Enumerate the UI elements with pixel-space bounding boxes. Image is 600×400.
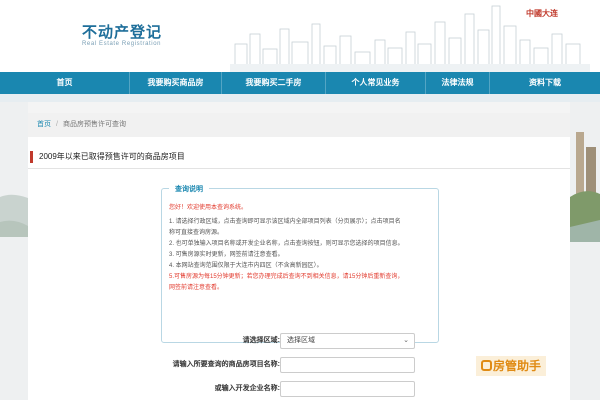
breadcrumb-separator: / <box>56 121 58 128</box>
page-title: 2009年以来已取得预售许可的商品房项目 <box>30 151 185 163</box>
nav-divider-strip <box>0 94 600 102</box>
breadcrumb-home-link[interactable]: 首页 <box>37 121 51 128</box>
developer-name-row: 或输入开发企业名称: <box>28 381 570 397</box>
chevron-down-icon: ⌄ <box>403 337 409 344</box>
site-header: 不动产登记 Real Estate Registration 中國大连 <box>0 0 600 72</box>
site-title[interactable]: 不动产登记 <box>82 21 162 42</box>
instruction-5b: 网签前请注意查看。 <box>169 285 224 291</box>
brand-logo: 中國大连 <box>526 8 558 18</box>
instruction-4: 4. 本网站查询范围仅限于大连市内四区（不含高新园区）。 <box>169 263 323 269</box>
breadcrumb: 首页 / 商品房预售许可查询 <box>28 113 570 137</box>
district-row: 请选择区域: 选择区域 ⌄ <box>28 333 570 349</box>
district-select[interactable]: 选择区域 ⌄ <box>280 333 415 349</box>
nav-item-personal-business[interactable]: 个人常见业务 <box>326 72 426 94</box>
developer-name-label: 或输入开发企业名称: <box>214 385 280 392</box>
site-subtitle: Real Estate Registration <box>82 41 162 47</box>
instruction-1b: 称可直接查询房源。 <box>169 230 224 236</box>
instruction-5a: 5.可售房源为每15分钟更新；若您办理完成后查询不到相关信息，请15分钟后重新查… <box>169 274 404 280</box>
developer-name-input[interactable] <box>280 381 415 397</box>
watermark-badge: 房管助手 <box>476 356 547 376</box>
district-label: 请选择区域: <box>242 337 280 344</box>
watermark-logo-icon <box>481 360 492 371</box>
coast-illustration-right <box>570 102 600 400</box>
query-instructions-heading: 查询说明 <box>169 183 209 196</box>
instruction-3: 3. 可售房源实时更新，网签前请注意查看。 <box>169 252 284 258</box>
nav-item-downloads[interactable]: 资料下载 <box>490 72 600 94</box>
district-select-value: 选择区域 <box>287 337 315 344</box>
query-instructions-text: 您好！欢迎使用本查询系统。 1. 请选择行政区域，点击查询即可显示该区域内全部项… <box>169 203 434 294</box>
watermark-text: 房管助手 <box>493 359 542 373</box>
nav-item-laws[interactable]: 法律法规 <box>426 72 490 94</box>
breadcrumb-current: 商品房预售许可查询 <box>62 121 126 128</box>
project-name-input[interactable] <box>280 357 415 373</box>
coast-illustration-left <box>0 102 28 400</box>
nav-item-buy-new-home[interactable]: 我要购买商品房 <box>130 72 222 94</box>
nav-item-buy-second-hand[interactable]: 我要购买二手房 <box>222 72 326 94</box>
instruction-1a: 1. 请选择行政区域，点击查询即可显示该区域内全部项目列表（分页展示）；点击项目… <box>169 219 401 225</box>
instruction-2: 2. 也可单独输入项目名称或开发企业名称，点击查询按钮，则可显示您选择的项目信息… <box>169 241 404 247</box>
welcome-text: 您好！欢迎使用本查询系统。 <box>169 205 248 211</box>
title-divider <box>28 168 570 169</box>
nav-item-home[interactable]: 首页 <box>0 72 130 94</box>
main-nav: 首页 我要购买商品房 我要购买二手房 个人常见业务 法律法规 资料下载 <box>0 72 600 94</box>
project-name-label: 请输入所要查询的商品房项目名称: <box>172 361 280 368</box>
